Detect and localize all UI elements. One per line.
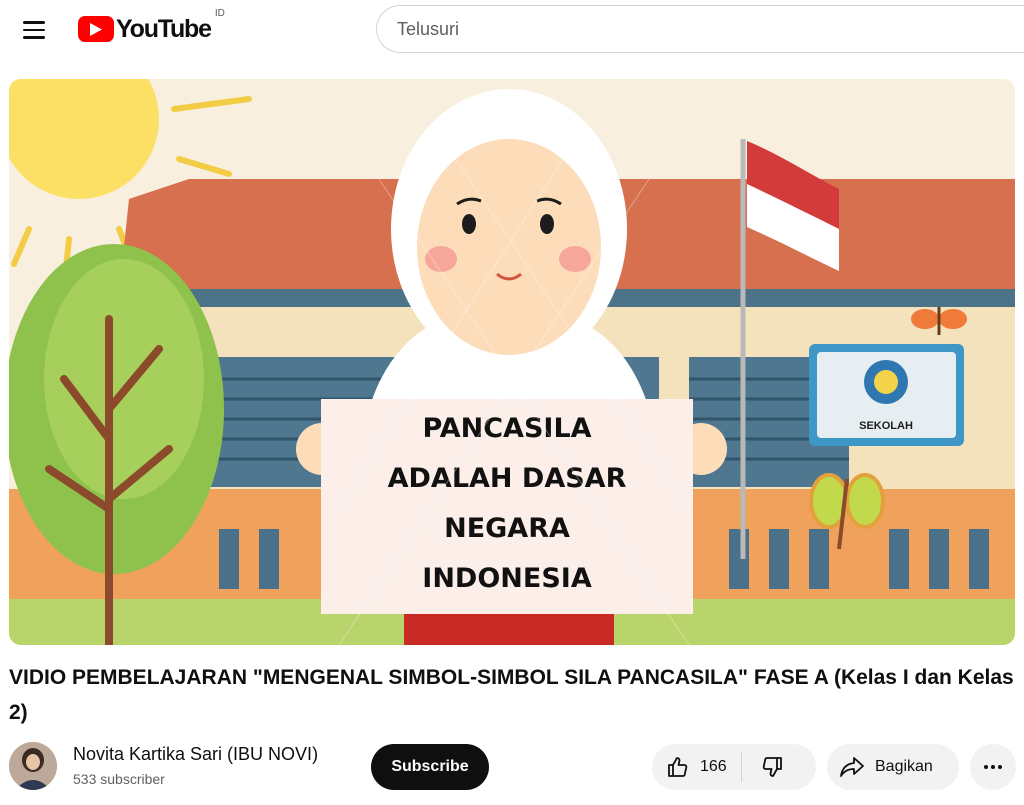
video-thumbnail: SEKOLAH PANCASILA ADALAH DASAR NEGARA IN…	[9, 79, 1015, 645]
search-input[interactable]	[397, 18, 1024, 40]
thumbs-down-icon	[762, 757, 782, 777]
like-button[interactable]: 166	[652, 752, 742, 782]
logo-wordmark: YouTube	[116, 14, 212, 43]
play-icon	[78, 16, 114, 42]
menu-icon[interactable]	[14, 12, 54, 48]
thumbs-up-icon	[668, 757, 688, 777]
dislike-button[interactable]	[742, 744, 802, 790]
thumbnail-line-2: ADALAH DASAR	[388, 463, 627, 494]
channel-name[interactable]: Novita Kartika Sari (IBU NOVI)	[73, 744, 318, 765]
canva-watermark: Canva	[439, 344, 578, 395]
thumbnail-line-3: NEGARA	[444, 513, 570, 544]
country-code: ID	[214, 8, 225, 19]
share-icon	[840, 757, 864, 777]
thumbnail-line-1: PANCASILA	[422, 413, 591, 444]
like-dislike-bar: 166	[652, 744, 816, 790]
share-label: Bagikan	[875, 758, 933, 775]
thumbnail-line-4: INDONESIA	[422, 563, 592, 594]
school-sign-text: SEKOLAH	[859, 420, 913, 432]
search-box[interactable]	[376, 5, 1024, 53]
share-button[interactable]: Bagikan	[827, 744, 959, 790]
video-player[interactable]: SEKOLAH PANCASILA ADALAH DASAR NEGARA IN…	[9, 79, 1015, 645]
video-title: VIDIO PEMBELAJARAN "MENGENAL SIMBOL-SIMB…	[9, 666, 1014, 724]
youtube-logo[interactable]: YouTube ID	[78, 8, 225, 44]
like-count: 166	[700, 758, 727, 775]
masthead: YouTube ID	[0, 0, 1024, 60]
subscribe-button[interactable]: Subscribe	[371, 744, 489, 790]
channel-avatar[interactable]	[9, 742, 57, 790]
more-actions-icon[interactable]	[970, 744, 1016, 790]
subscriber-count: 533 subscriber	[73, 771, 165, 787]
